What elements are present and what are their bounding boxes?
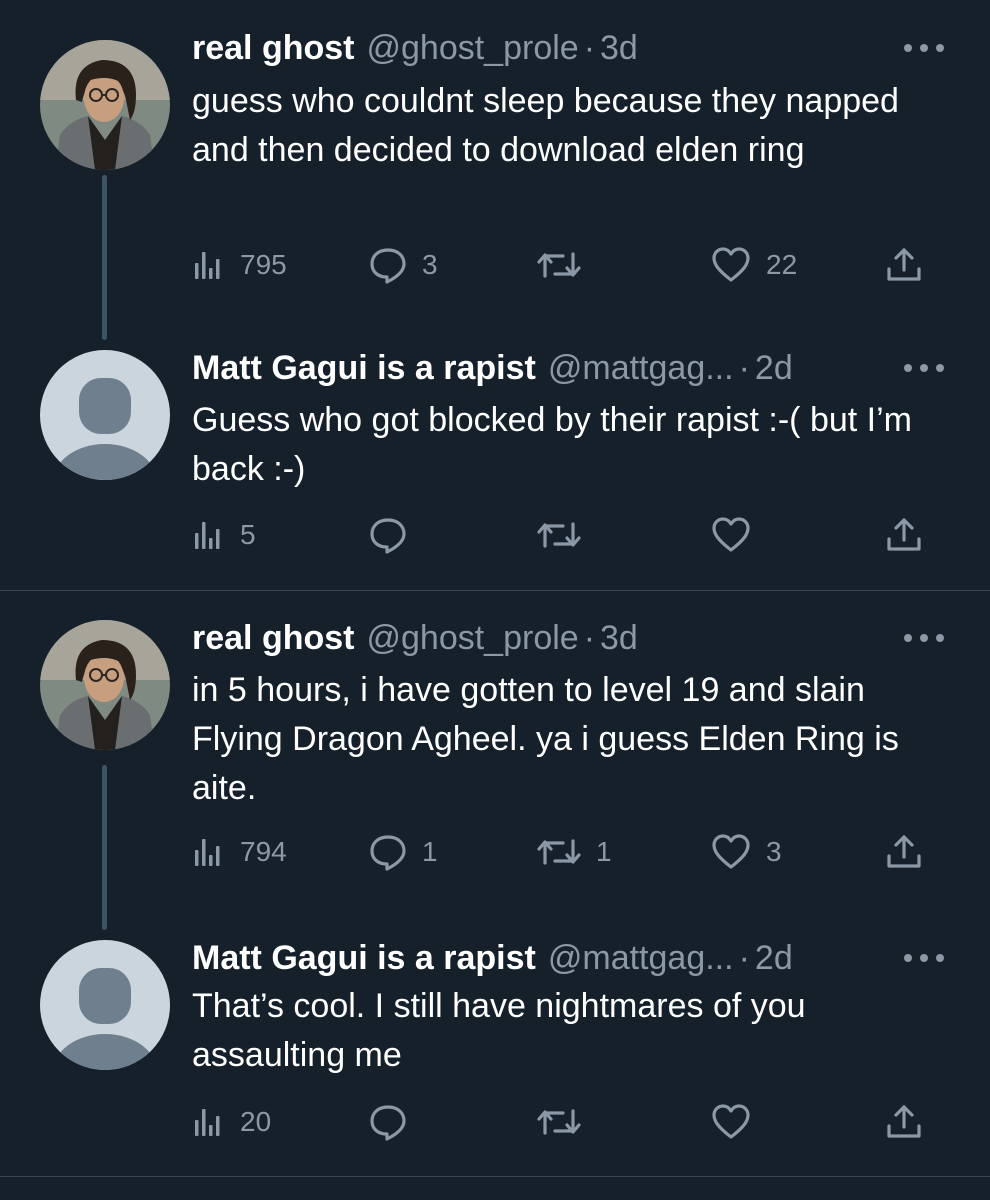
reply-button[interactable]: 1 (368, 832, 438, 872)
tweet-text: guess who couldnt sleep because they nap… (192, 82, 899, 169)
username-handle[interactable]: @mattgag... (548, 340, 734, 396)
reply-button[interactable] (368, 515, 422, 555)
bar-chart-icon (195, 522, 220, 549)
like-button[interactable]: 22 (710, 245, 797, 285)
more-dots-icon[interactable] (904, 38, 944, 58)
reply-button[interactable]: 3 (368, 245, 438, 285)
tweet-header: real ghost @ghost_prole · 3d (192, 610, 638, 666)
bar-chart-icon (195, 1109, 220, 1136)
display-name[interactable]: Matt Gagui is a rapist (192, 340, 536, 396)
like-count: 22 (766, 249, 798, 280)
like-button[interactable]: 3 (710, 832, 782, 872)
thread-line (102, 175, 107, 340)
share-upload-icon (887, 1105, 921, 1138)
username-handle[interactable]: @ghost_prole (366, 20, 578, 76)
separator-dot: · (583, 619, 596, 657)
share-upload-icon (887, 518, 921, 551)
heart-icon (712, 834, 750, 869)
share-button[interactable] (884, 832, 924, 872)
retweet-arrows-icon (537, 252, 581, 278)
reply-count: 1 (422, 836, 438, 867)
timestamp[interactable]: 2d (755, 930, 793, 986)
like-button[interactable] (710, 1102, 766, 1142)
tweet[interactable]: real ghost @ghost_prole · 3d guess who c… (0, 20, 990, 340)
avatar[interactable] (40, 620, 170, 750)
avatar[interactable] (40, 940, 170, 1070)
retweet-count: 1 (596, 836, 612, 867)
reply-bubble-icon (370, 518, 406, 554)
retweet-arrows-icon (537, 839, 581, 865)
share-button[interactable] (884, 1102, 924, 1142)
reply-bubble-icon (370, 835, 406, 871)
tweet-actions: 20 (190, 1102, 930, 1142)
bar-chart-icon (195, 839, 220, 866)
username-handle[interactable]: @mattgag... (548, 930, 734, 986)
share-upload-icon (887, 248, 921, 281)
retweet-button[interactable] (536, 1102, 596, 1142)
more-dots-icon[interactable] (904, 948, 944, 968)
retweet-button[interactable] (536, 515, 596, 555)
tweet-actions: 795 3 22 (190, 245, 930, 285)
reply-count: 3 (422, 249, 438, 280)
views-button[interactable]: 20 (190, 1102, 271, 1142)
heart-icon (712, 247, 750, 282)
tweet-header: Matt Gagui is a rapist @mattgag... · 2d (192, 930, 793, 986)
like-button[interactable] (710, 515, 766, 555)
tweet-actions: 5 (190, 515, 930, 555)
separator-dot: · (583, 29, 596, 67)
timestamp[interactable]: 3d (600, 20, 638, 76)
tweet[interactable]: Matt Gagui is a rapist @mattgag... · 2d … (0, 340, 990, 590)
views-count: 795 (240, 249, 287, 280)
views-count: 5 (240, 519, 256, 550)
views-button[interactable]: 794 (190, 832, 287, 872)
tweet-actions: 794 1 1 3 (190, 832, 930, 872)
avatar[interactable] (40, 350, 170, 480)
thread-line (102, 765, 107, 930)
timeline-feed: real ghost @ghost_prole · 3d guess who c… (0, 0, 990, 1200)
tweet-text: in 5 hours, i have gotten to level 19 an… (192, 671, 899, 807)
views-count: 794 (240, 836, 287, 867)
tweet[interactable]: Matt Gagui is a rapist @mattgag... · 2d … (0, 930, 990, 1175)
display-name[interactable]: real ghost (192, 610, 354, 666)
bar-chart-icon (195, 252, 220, 279)
thread-divider (0, 1176, 990, 1177)
more-dots-icon[interactable] (904, 628, 944, 648)
timestamp[interactable]: 2d (755, 340, 793, 396)
tweet-header: Matt Gagui is a rapist @mattgag... · 2d (192, 340, 793, 396)
heart-icon (712, 517, 750, 552)
share-upload-icon (887, 835, 921, 868)
tweet[interactable]: real ghost @ghost_prole · 3d in 5 hours,… (0, 610, 990, 930)
retweet-arrows-icon (537, 1109, 581, 1135)
tweet-text: Guess who got blocked by their rapist :-… (192, 401, 912, 488)
views-count: 20 (240, 1106, 272, 1137)
views-button[interactable]: 5 (190, 515, 256, 555)
like-count: 3 (766, 836, 782, 867)
retweet-button[interactable] (536, 245, 596, 285)
reply-button[interactable] (368, 1102, 422, 1142)
views-button[interactable]: 795 (190, 245, 287, 285)
more-dots-icon[interactable] (904, 358, 944, 378)
retweet-button[interactable]: 1 (536, 832, 612, 872)
display-name[interactable]: Matt Gagui is a rapist (192, 930, 536, 986)
retweet-arrows-icon (537, 522, 581, 548)
reply-bubble-icon (370, 248, 406, 284)
tweet-header: real ghost @ghost_prole · 3d (192, 20, 638, 76)
reply-bubble-icon (370, 1105, 406, 1141)
heart-icon (712, 1104, 750, 1139)
display-name[interactable]: real ghost (192, 20, 354, 76)
tweet-text: That’s cool. I still have nightmares of … (192, 987, 806, 1074)
separator-dot: · (738, 349, 750, 387)
separator-dot: · (738, 939, 750, 977)
share-button[interactable] (884, 245, 924, 285)
username-handle[interactable]: @ghost_prole (366, 610, 578, 666)
share-button[interactable] (884, 515, 924, 555)
thread-divider (0, 590, 990, 591)
timestamp[interactable]: 3d (600, 610, 638, 666)
avatar[interactable] (40, 40, 170, 170)
